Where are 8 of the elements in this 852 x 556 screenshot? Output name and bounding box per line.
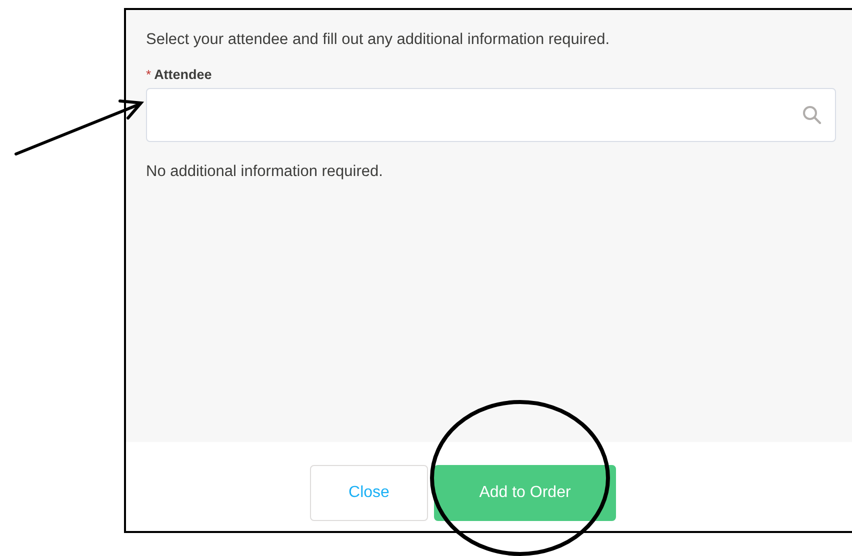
search-icon [802,105,822,125]
attendee-search-field[interactable] [146,88,836,142]
required-marker: * [146,67,152,82]
info-text: No additional information required. [146,163,383,181]
instruction-text: Select your attendee and fill out any additional information required. [146,31,610,49]
close-button[interactable]: Close [310,465,428,521]
field-label: Attendee [154,67,212,82]
add-to-order-button[interactable]: Add to Order [434,465,616,521]
